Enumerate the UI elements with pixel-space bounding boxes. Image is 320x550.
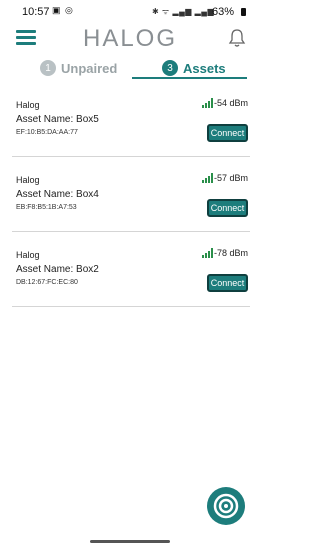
connectivity-icons: ✱ ᯤ ▂▄▆ ▂▄▆ bbox=[152, 7, 215, 16]
asset-list: Halog Asset Name: Box5 EF:10:B5:DA:AA:77… bbox=[12, 96, 250, 321]
asset-name: Asset Name: Box2 bbox=[16, 264, 99, 275]
tab-unpaired-count: 1 bbox=[40, 60, 56, 76]
status-time: 10:57 bbox=[22, 6, 50, 18]
tab-assets-label: Assets bbox=[183, 60, 226, 76]
tab-assets[interactable]: 3 Assets bbox=[162, 58, 226, 78]
tab-bar: 1 Unpaired 3 Assets bbox=[0, 58, 259, 80]
connect-button[interactable]: Connect bbox=[207, 124, 248, 142]
app-logo: HALOG bbox=[82, 25, 178, 52]
status-bar: 10:57 ▣ ◎ ✱ ᯤ ▂▄▆ ▂▄▆ 63% bbox=[0, 0, 259, 22]
active-tab-indicator bbox=[132, 77, 247, 79]
battery-icon bbox=[241, 8, 246, 16]
asset-mac: DB:12:67:FC:EC:80 bbox=[16, 279, 78, 286]
asset-rssi: -78 dBm bbox=[213, 248, 248, 258]
system-nav-handle[interactable] bbox=[90, 540, 170, 543]
app-header: HALOG bbox=[0, 22, 259, 58]
asset-brand: Halog bbox=[16, 175, 40, 185]
asset-brand: Halog bbox=[16, 250, 40, 260]
asset-brand: Halog bbox=[16, 100, 40, 110]
asset-mac: EF:10:B5:DA:AA:77 bbox=[16, 129, 78, 136]
connect-button[interactable]: Connect bbox=[207, 274, 248, 292]
tab-unpaired[interactable]: 1 Unpaired bbox=[40, 58, 117, 78]
asset-name: Asset Name: Box5 bbox=[16, 114, 99, 125]
notification-icons: ▣ ◎ bbox=[52, 5, 74, 15]
menu-icon[interactable] bbox=[16, 30, 36, 46]
list-item: Halog Asset Name: Box2 DB:12:67:FC:EC:80… bbox=[12, 246, 250, 307]
scan-button[interactable] bbox=[207, 487, 245, 525]
target-icon bbox=[213, 493, 239, 519]
asset-rssi: -57 dBm bbox=[213, 173, 248, 183]
connect-button[interactable]: Connect bbox=[207, 199, 248, 217]
battery-percent: 63% bbox=[212, 6, 235, 18]
bell-icon[interactable] bbox=[228, 28, 246, 48]
list-item: Halog Asset Name: Box5 EF:10:B5:DA:AA:77… bbox=[12, 96, 250, 157]
asset-name: Asset Name: Box4 bbox=[16, 189, 99, 200]
asset-mac: EB:F8:B5:1B:A7:53 bbox=[16, 204, 77, 211]
asset-rssi: -54 dBm bbox=[213, 98, 248, 108]
tab-assets-count: 3 bbox=[162, 60, 178, 76]
tab-unpaired-label: Unpaired bbox=[61, 60, 118, 76]
list-item: Halog Asset Name: Box4 EB:F8:B5:1B:A7:53… bbox=[12, 171, 250, 232]
